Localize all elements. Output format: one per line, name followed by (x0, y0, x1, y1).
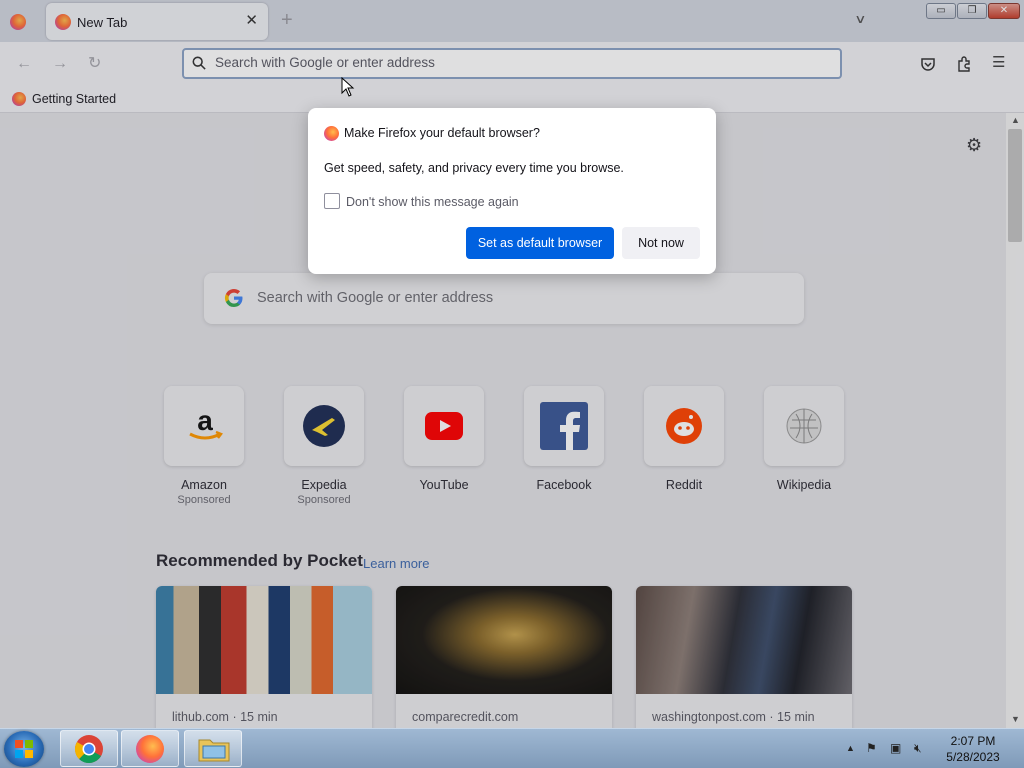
clock-date: 5/28/2023 (946, 750, 1000, 764)
windows-taskbar: ▲ ⚑ ▣ 🔇︎ 2:07 PM 5/28/2023 (0, 728, 1024, 768)
dialog-message: Get speed, safety, and privacy every tim… (324, 161, 624, 175)
taskbar-file-explorer[interactable] (184, 730, 242, 767)
windows-start-button[interactable] (4, 731, 44, 767)
clock-time: 2:07 PM (950, 734, 996, 748)
action-center-flag-icon[interactable]: ⚑ (866, 741, 877, 755)
show-hidden-icons-arrow[interactable]: ▲ (846, 743, 855, 753)
dont-show-again-label[interactable]: Don't show this message again (346, 195, 519, 209)
firefox-taskbar-icon (136, 735, 164, 763)
firefox-logo-icon (324, 126, 339, 141)
dont-show-again-checkbox[interactable] (324, 193, 340, 209)
taskbar-clock[interactable]: 2:07 PM 5/28/2023 (938, 733, 1008, 765)
mouse-cursor-icon (341, 77, 355, 97)
default-browser-dialog: Make Firefox your default browser? Get s… (308, 108, 716, 274)
dialog-title: Make Firefox your default browser? (344, 126, 540, 140)
not-now-button[interactable]: Not now (622, 227, 700, 259)
volume-muted-icon[interactable]: 🔇︎ (914, 741, 922, 756)
chrome-icon (75, 735, 103, 764)
windows-logo-icon (15, 740, 33, 758)
network-icon[interactable]: ▣ (890, 741, 901, 755)
set-default-browser-button[interactable]: Set as default browser (466, 227, 614, 259)
taskbar-chrome[interactable] (60, 730, 118, 767)
folder-icon (198, 739, 230, 762)
taskbar-firefox[interactable] (121, 730, 179, 767)
